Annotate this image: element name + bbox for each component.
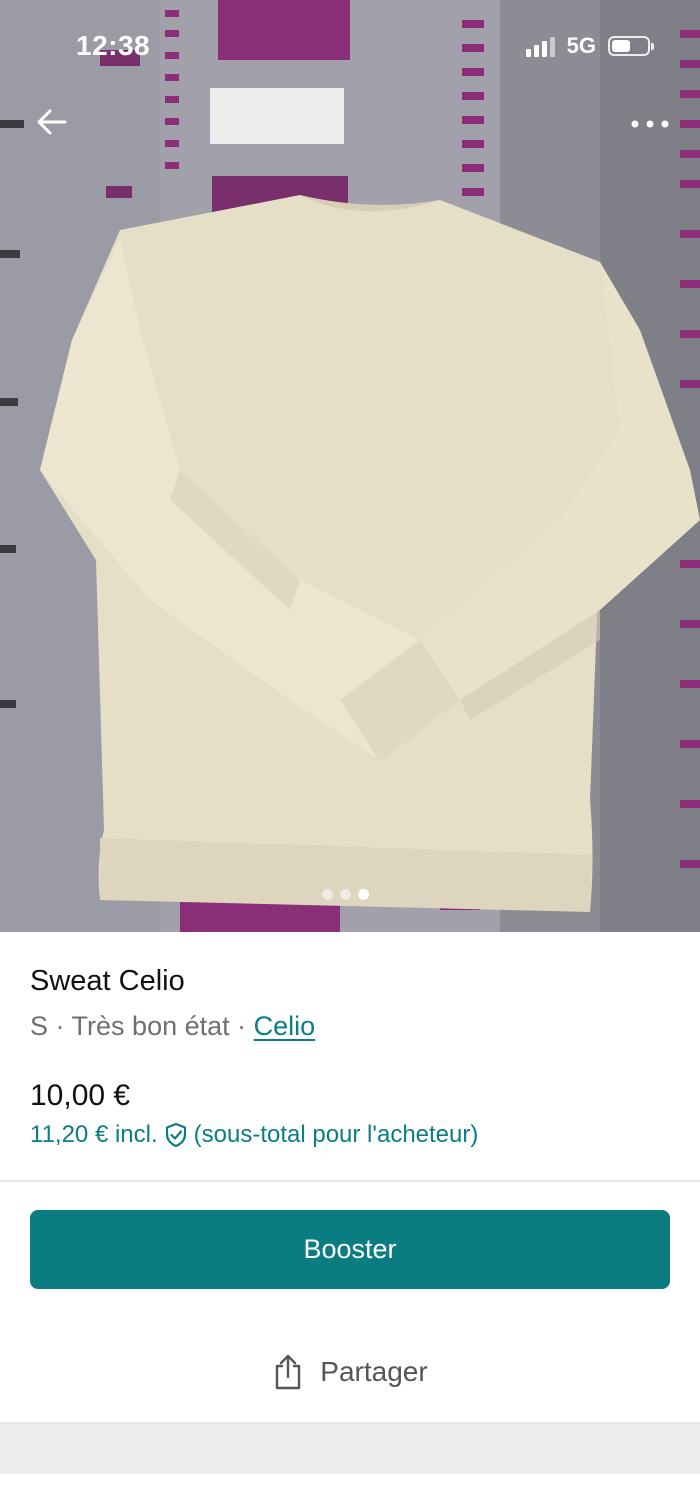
divider: [0, 1180, 700, 1182]
item-condition: Très bon état: [71, 1011, 230, 1041]
gallery-pagination: [322, 889, 369, 900]
battery-icon: [608, 36, 654, 56]
separator: ·: [237, 1011, 247, 1041]
status-bar: 12:38 5G: [0, 0, 700, 96]
share-label: Partager: [320, 1356, 428, 1387]
more-horizontal-icon: [631, 120, 669, 128]
separator: ·: [55, 1011, 65, 1041]
more-options-button[interactable]: [626, 100, 674, 148]
arrow-left-icon: [37, 109, 67, 135]
back-button[interactable]: [28, 98, 76, 146]
shield-check-icon: [162, 1121, 190, 1149]
gallery-dot[interactable]: [322, 889, 333, 900]
network-label: 5G: [566, 33, 596, 58]
status-indicators: 5G: [525, 33, 654, 59]
price-incl-amount: 11,20 € incl.: [30, 1121, 158, 1148]
gallery-dot-active[interactable]: [358, 889, 369, 900]
item-attributes: S · Très bon état · Celio: [30, 1008, 670, 1044]
price-incl-note: (sous-total pour l'acheteur): [193, 1121, 479, 1148]
item-photo-image: [0, 0, 700, 932]
footer-band: [0, 1424, 700, 1474]
item-details: Sweat Celio S · Très bon état · Celio: [30, 962, 670, 1044]
share-icon: [276, 1354, 301, 1390]
item-price: 10,00 €: [30, 1079, 131, 1112]
brand-link[interactable]: Celio: [254, 1011, 316, 1041]
buyer-protection-price[interactable]: 11,20 € incl. (sous-total pour l'acheteu…: [30, 1118, 478, 1152]
signal-icon: [525, 35, 555, 57]
item-photo[interactable]: 12:38 5G: [0, 0, 700, 932]
boost-button[interactable]: Booster: [30, 1210, 670, 1289]
item-title: Sweat Celio: [30, 965, 185, 997]
share-button[interactable]: Partager: [0, 1340, 700, 1404]
status-time: 12:38: [76, 30, 151, 61]
gallery-dot[interactable]: [340, 889, 351, 900]
item-size: S: [30, 1011, 49, 1041]
